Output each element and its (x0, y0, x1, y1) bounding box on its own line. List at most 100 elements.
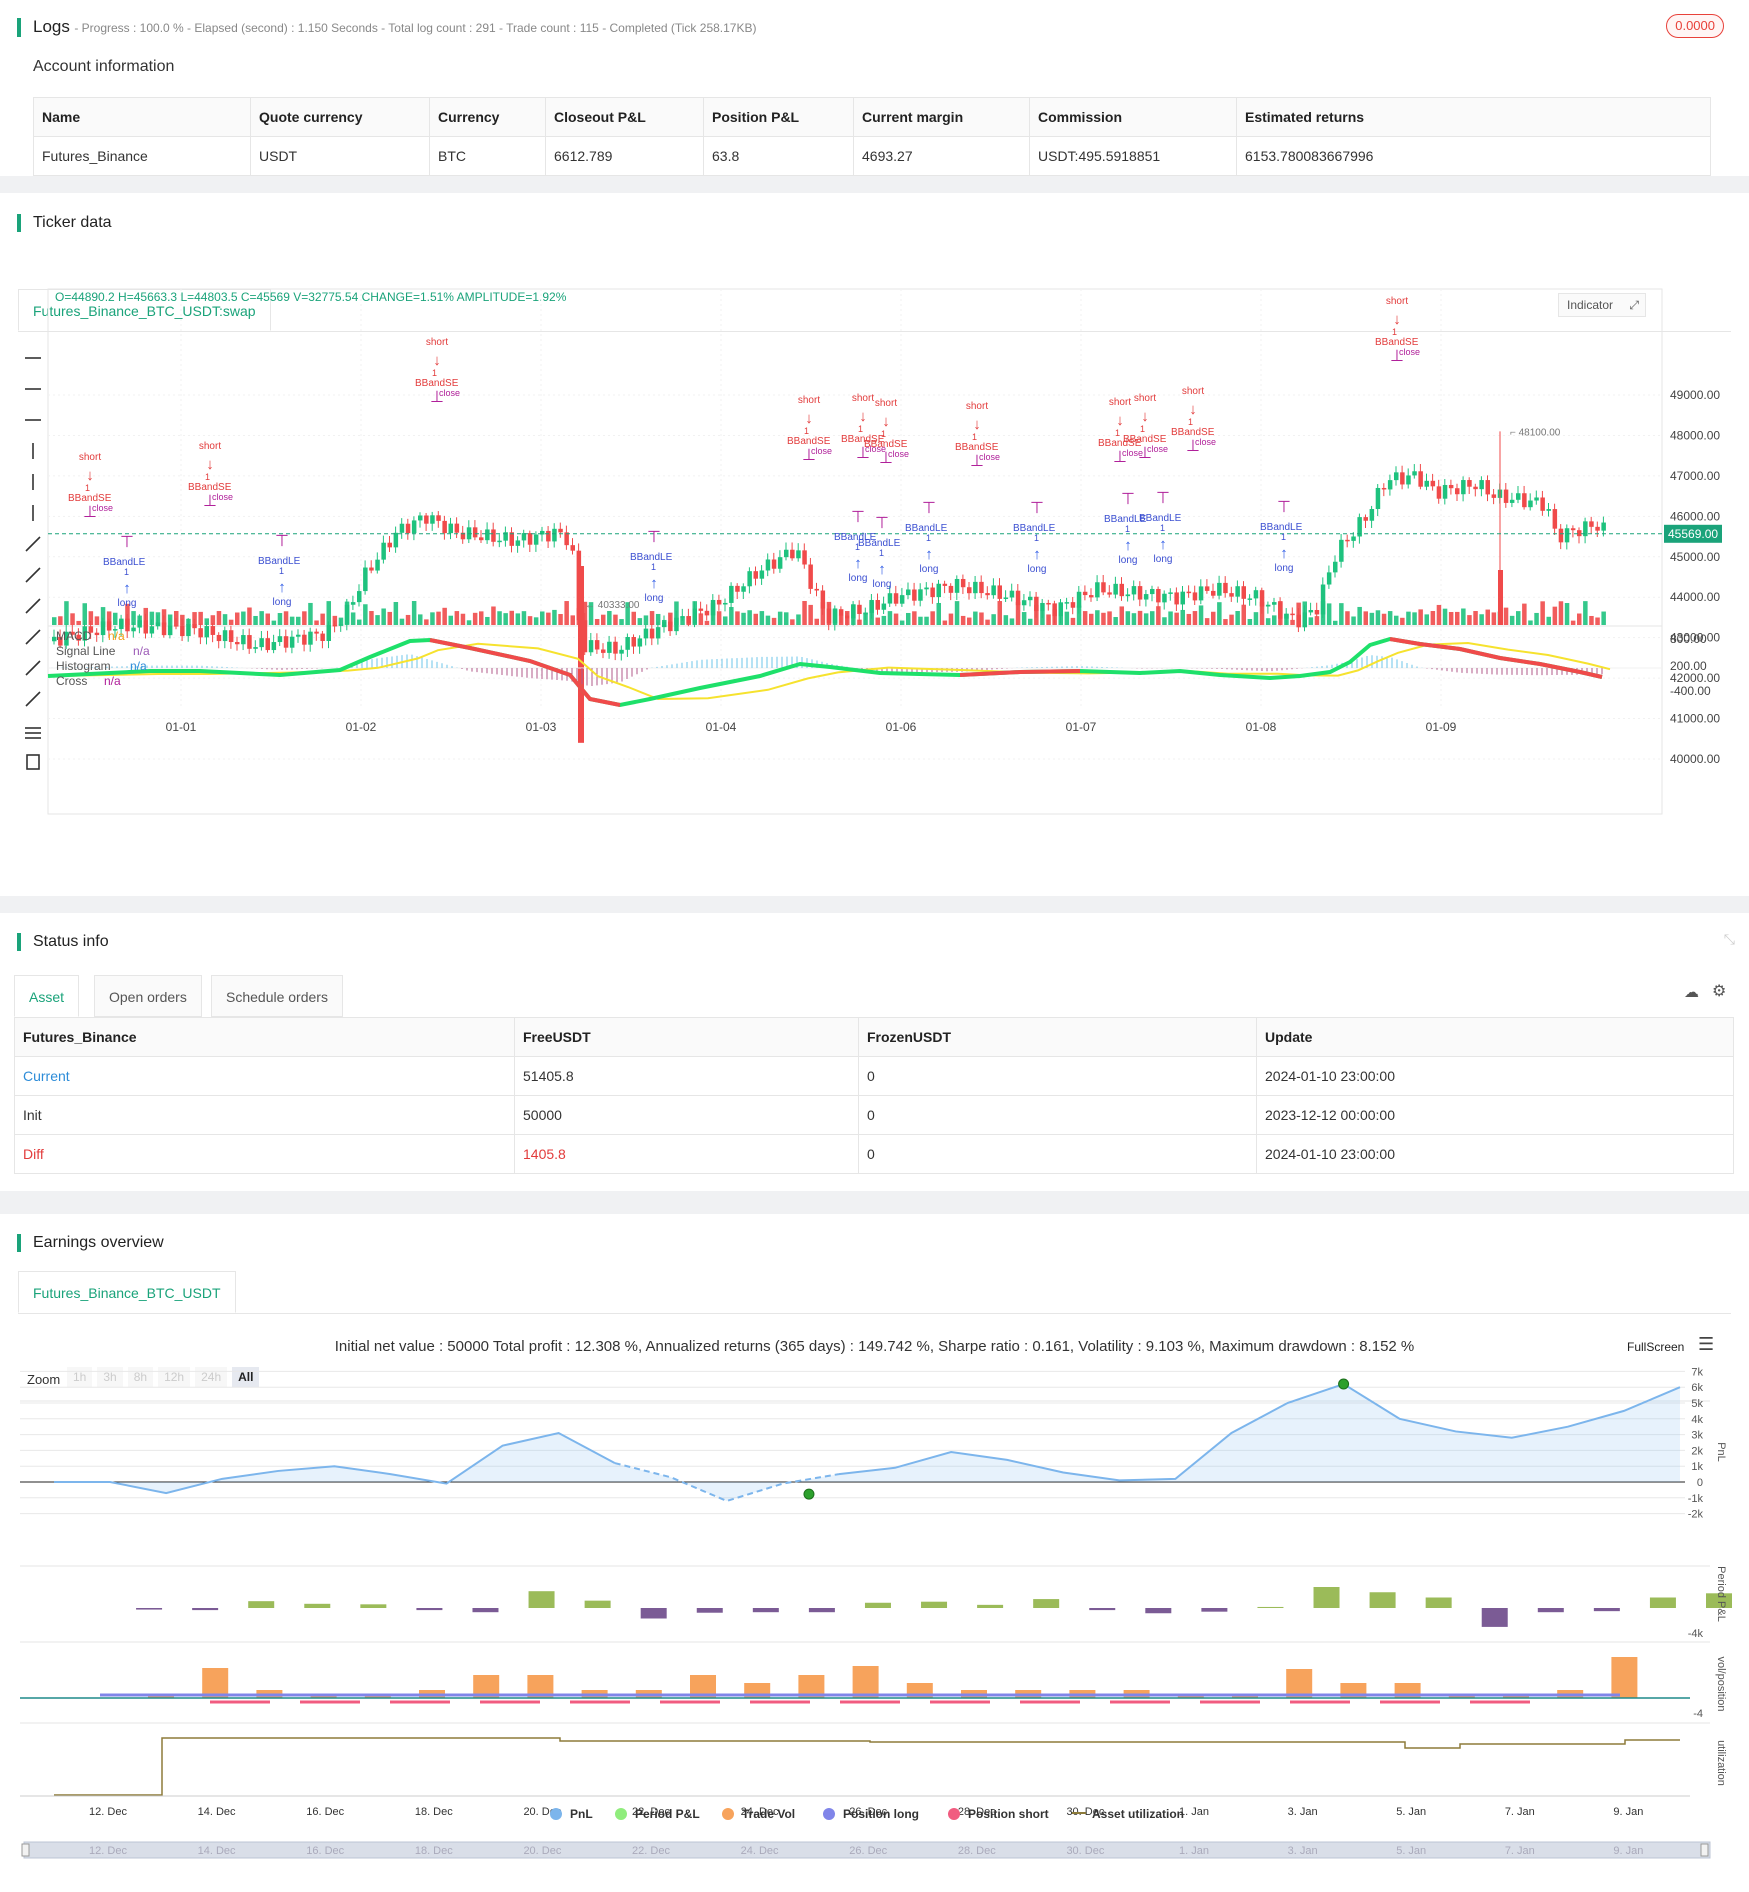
candle-body (527, 533, 533, 545)
candle-body (546, 530, 551, 542)
legend-item[interactable]: PnL (570, 1807, 593, 1821)
close-marker-icon: ⊤ (275, 533, 289, 550)
candle-body (375, 559, 380, 571)
candle-body (1595, 526, 1600, 531)
volume-bar (131, 611, 136, 625)
volume-bar (668, 612, 673, 625)
candle-body (1333, 561, 1338, 573)
arrow-up-icon: ↑ (1033, 546, 1041, 563)
account-cell: 6612.789 (545, 136, 704, 176)
period-pnl-bar (136, 1608, 163, 1610)
volume-bar (1558, 601, 1564, 625)
volume-bar (1387, 611, 1393, 625)
candle-body (552, 528, 557, 542)
volume-bar (314, 620, 319, 625)
arrow-up-icon: ↑ (123, 580, 131, 597)
candle-body (637, 638, 643, 647)
candle-body (94, 632, 100, 636)
period-tick-label: -4k (1688, 1628, 1704, 1640)
volume-bar (161, 609, 167, 625)
short-label: short (966, 401, 988, 412)
volume-bar (289, 616, 295, 625)
legend-item[interactable]: Period P&L (635, 1807, 700, 1821)
volume-bar (960, 615, 966, 625)
tab-open-orders[interactable]: Open orders (94, 975, 202, 1017)
volume-bar (1412, 612, 1417, 625)
volume-bar (1113, 617, 1118, 625)
legend-item[interactable]: Asset utilization (1092, 1807, 1184, 1821)
volume-bar (838, 615, 844, 625)
arrow-down-icon: ↓ (1116, 412, 1124, 429)
volume-bar (979, 612, 984, 625)
volume-bar (564, 601, 569, 625)
date-tick-label: 01-01 (166, 720, 197, 734)
candle-body (765, 559, 771, 571)
volume-bar (1076, 605, 1082, 625)
navigator-tick-label: 3. Jan (1288, 1845, 1318, 1857)
candle-body (1156, 588, 1161, 603)
candle-body (1028, 596, 1033, 601)
short-marker: short↓1BBandSE⊥close (1375, 296, 1420, 365)
candle-body (296, 634, 301, 637)
volume-bar (637, 618, 643, 625)
navigator-tick-label: 5. Jan (1396, 1845, 1426, 1857)
candle-body (369, 567, 374, 571)
gear-icon[interactable]: ⚙ (1712, 981, 1726, 1001)
x-tick-label: 9. Jan (1613, 1806, 1643, 1818)
short-label: short (852, 393, 874, 404)
macd-tick-label: 200.00 (1670, 659, 1707, 673)
short-marker: short↓1BBandSE⊥close (1098, 397, 1143, 466)
candle-body (1491, 494, 1497, 498)
legend-item[interactable]: Trade Vol (742, 1807, 795, 1821)
tab-asset[interactable]: Asset (14, 975, 80, 1017)
candlestick-chart[interactable]: 49000.00 48000.00 47000.00 46000.00 45000.00… (0, 193, 1749, 896)
cloud-download-icon[interactable]: ☁ (1684, 983, 1699, 1001)
trade-vol-bar (1611, 1657, 1638, 1698)
short-label: short (1386, 296, 1408, 307)
date-tick-label: 01-02 (346, 720, 377, 734)
legend-item[interactable]: Position short (968, 1807, 1049, 1821)
volume-bar (332, 615, 338, 625)
candle-body (893, 593, 899, 604)
tab-schedule-orders[interactable]: Schedule orders (211, 975, 343, 1017)
earnings-chart[interactable]: 7k 6k 5k 4k 3k 2k 1k 0 -1k -2k -4k -4 PnL Period P&L v… (0, 1214, 1749, 1892)
candle-body (979, 581, 984, 594)
long-marker: ⊤BBandLE1↑long (905, 500, 948, 575)
candle-body (1095, 582, 1100, 598)
collapse-icon[interactable]: ⤡ (1724, 931, 1735, 948)
pnl-tick-label: 4k (1691, 1414, 1703, 1426)
candle-body (265, 638, 270, 651)
volume-bar (350, 612, 356, 625)
short-label: short (1182, 386, 1204, 397)
volume-bar (759, 611, 765, 625)
navigator-tick-label: 26. Dec (849, 1845, 887, 1857)
arrow-up-icon: ↑ (1124, 537, 1132, 554)
volume-bar (497, 611, 502, 625)
volume-bar (1296, 602, 1301, 625)
candle-body (509, 532, 514, 546)
long-marker: ⊤BBandLE1↑long (1013, 500, 1056, 575)
volume-bar (1516, 611, 1521, 625)
volume-bar (64, 601, 69, 625)
volume-bar (1491, 612, 1497, 625)
x-tick-label: 3. Jan (1288, 1806, 1318, 1818)
candle-body (1143, 594, 1149, 600)
volume-bar (1052, 609, 1057, 625)
trade-vol-bar (852, 1666, 879, 1698)
volume-bar (1235, 611, 1240, 625)
candle-body (399, 523, 405, 533)
navigator-handle-left[interactable] (21, 1843, 30, 1857)
price-tick-label: 49000.00 (1670, 388, 1720, 402)
candle-body (796, 550, 801, 559)
candle-body (1119, 583, 1124, 597)
earnings-panel: Earnings overview Futures_Binance_BTC_US… (0, 1214, 1749, 1892)
candle-body (942, 583, 948, 586)
navigator-handle-right[interactable] (1700, 1843, 1709, 1857)
candle-body (497, 540, 502, 543)
legend-item[interactable]: Position long (843, 1807, 919, 1821)
volume-bar (1101, 612, 1106, 625)
close-label: close (811, 446, 832, 456)
candle-body (1180, 591, 1185, 605)
candle-body (387, 542, 392, 548)
candle-body (777, 557, 783, 569)
